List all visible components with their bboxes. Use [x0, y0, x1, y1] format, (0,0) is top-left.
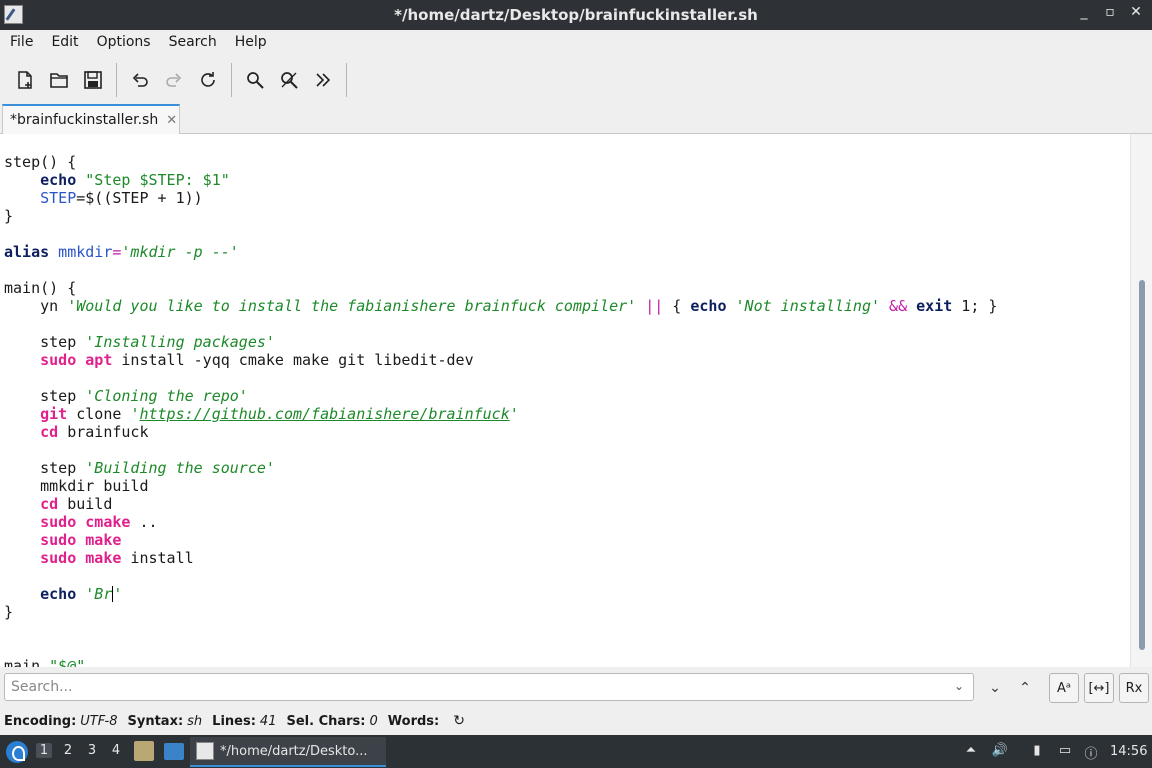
regex-toggle[interactable]: Rx [1119, 673, 1149, 703]
scrollbar-thumb[interactable] [1139, 280, 1145, 650]
window-title: */home/dartz/Desktop/brainfuckinstaller.… [394, 6, 758, 24]
workspace-4[interactable]: 4 [108, 743, 124, 758]
code-line: main() { [4, 279, 77, 297]
code-line: git clone 'https://github.com/fabianishe… [40, 405, 519, 423]
workspace-2[interactable]: 2 [60, 743, 76, 758]
find-icon[interactable] [238, 64, 272, 96]
status-bar: Encoding: UTF-8 Syntax: sh Lines: 41 Sel… [0, 707, 1152, 735]
code-editor[interactable]: step() { echo "Step $STEP: $1" STEP=$((S… [0, 134, 1152, 667]
code-line: sudo make install [40, 549, 194, 567]
tab-label: *brainfuckinstaller.sh [10, 112, 159, 128]
undo-icon[interactable] [123, 64, 157, 96]
menu-help[interactable]: Help [235, 30, 277, 56]
repo-url-link[interactable]: https://github.com/fabianishere/brainfuc… [139, 405, 509, 423]
syntax-label: Syntax: [127, 713, 184, 729]
code-line: main "$@" [4, 657, 86, 667]
whole-word-toggle[interactable]: [↔] [1084, 673, 1114, 703]
taskbar-window-title: */home/dartz/Deskto... [220, 743, 368, 759]
encoding-value: UTF-8 [80, 713, 118, 729]
title-bar: */home/dartz/Desktop/brainfuckinstaller.… [0, 0, 1152, 30]
toolbar-separator [116, 63, 117, 97]
volume-icon[interactable]: 🔊 [991, 743, 1009, 761]
search-input[interactable] [4, 673, 974, 701]
new-file-icon[interactable] [8, 64, 42, 96]
editor-app-icon [196, 742, 214, 760]
menu-edit[interactable]: Edit [51, 30, 88, 56]
words-label: Words: [387, 713, 440, 729]
maximize-button[interactable]: ▫ [1102, 4, 1118, 20]
code-line: } [4, 207, 14, 225]
reload-icon[interactable] [191, 64, 225, 96]
lines-label: Lines: [212, 713, 256, 729]
network-icon[interactable]: ▭ [1056, 743, 1074, 761]
search-history-dropdown-icon[interactable]: ⌄ [954, 679, 968, 693]
minimize-button[interactable]: _ [1076, 4, 1092, 20]
code-line: cd build [40, 495, 113, 513]
lines-value: 41 [259, 713, 277, 729]
tab-close-icon[interactable]: ✕ [166, 113, 177, 128]
code-line: yn 'Would you like to install the fabian… [40, 297, 998, 315]
clock: 14:56 [1110, 744, 1148, 759]
sel-chars-value: 0 [369, 713, 378, 729]
syntax-value: sh [187, 713, 203, 729]
replace-icon[interactable] [272, 64, 306, 96]
code-line: alias mmkdir='mkdir -p --' [4, 243, 239, 261]
open-folder-icon[interactable] [42, 64, 76, 96]
search-bar: ⌄ ⌄ ⌃ Aᵃ [↔] Rx [0, 667, 1152, 707]
sel-chars-label: Sel. Chars: [286, 713, 366, 729]
close-button[interactable]: ✕ [1128, 4, 1144, 20]
show-desktop-icon[interactable] [164, 743, 184, 760]
code-line: cd brainfuck [40, 423, 149, 441]
menu-options[interactable]: Options [97, 30, 161, 56]
notification-icon[interactable]: ⓘ [1082, 743, 1100, 762]
find-next-button[interactable]: ⌄ [984, 677, 1006, 699]
code-line: echo "Step $STEP: $1" [40, 171, 230, 189]
code-line: sudo make [40, 531, 122, 549]
menu-file[interactable]: File [10, 30, 43, 56]
code-line: } [4, 603, 14, 621]
workspace-1[interactable]: 1 [36, 743, 52, 758]
tab-brainfuckinstaller[interactable]: *brainfuckinstaller.sh ✕ [2, 104, 180, 134]
start-menu-icon[interactable] [6, 741, 28, 763]
file-manager-icon[interactable] [134, 741, 154, 761]
code-line: mmkdir build [40, 477, 149, 495]
more-icon[interactable] [306, 64, 340, 96]
code-line: sudo apt install -yqq cmake make git lib… [40, 351, 474, 369]
code-line: step 'Installing packages' [40, 333, 275, 351]
vertical-scrollbar[interactable] [1130, 134, 1152, 667]
toolbar [0, 58, 1152, 102]
workspace-3[interactable]: 3 [84, 743, 100, 758]
code-line: echo 'Br' [40, 585, 123, 603]
refresh-word-count-icon[interactable]: ↻ [453, 713, 465, 729]
tab-bar: *brainfuckinstaller.sh ✕ [0, 102, 1152, 134]
match-case-toggle[interactable]: Aᵃ [1049, 673, 1079, 703]
code-line: STEP=$((STEP + 1)) [40, 189, 203, 207]
taskbar-window-button[interactable]: */home/dartz/Deskto... [190, 737, 386, 767]
clipboard-icon[interactable]: ▮ [1028, 743, 1046, 761]
toolbar-separator [231, 63, 232, 97]
code-line: sudo cmake .. [40, 513, 158, 531]
toolbar-separator [346, 63, 347, 97]
redo-icon[interactable] [157, 64, 191, 96]
encoding-label: Encoding: [4, 713, 77, 729]
save-icon[interactable] [76, 64, 110, 96]
code-line: step() { [4, 153, 77, 171]
find-previous-button[interactable]: ⌃ [1014, 677, 1036, 699]
menu-bar: File Edit Options Search Help [0, 30, 1152, 56]
code-line: step 'Cloning the repo' [40, 387, 248, 405]
code-text[interactable]: step() { echo "Step $STEP: $1" STEP=$((S… [4, 153, 997, 667]
tray-expand-icon[interactable]: ⏶ [962, 743, 980, 761]
menu-search[interactable]: Search [169, 30, 227, 56]
taskbar: 1 2 3 4 */home/dartz/Deskto... ⏶ 🔊 ▮ ▭ ⓘ… [0, 735, 1152, 768]
code-line: step 'Building the source' [40, 459, 275, 477]
